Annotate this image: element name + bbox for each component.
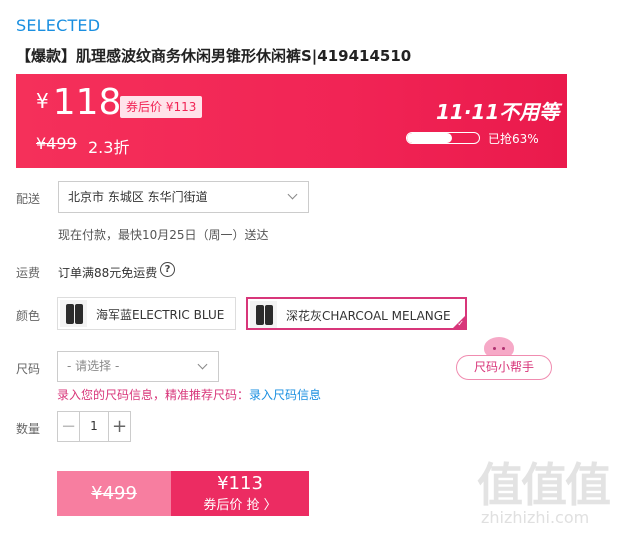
checkmark-icon: ✓ [457,319,464,328]
pants-thumbnail [60,300,87,327]
color-option-label: 海军蓝ELECTRIC BLUE [96,308,225,322]
coupon-buy-button[interactable]: ¥113 券后价 抢 〉 [171,471,309,516]
quantity-label: 数量 [16,422,41,436]
original-price-button[interactable]: ¥499 [57,471,171,516]
promo-title: 11·11不用等 [436,100,560,124]
quantity-stepper: − 1 + [57,411,131,442]
coupon-buy-label: 券后价 抢 〉 [203,498,277,513]
size-note-text: 录入您的尺码信息，精准推荐尺码： [57,388,250,402]
watermark-url: zhizhizhi.com [481,508,590,527]
current-price: ¥118 [36,82,121,123]
chevron-down-icon [197,359,208,370]
coupon-buy-price: ¥113 [217,473,263,494]
product-title: 【爆款】肌理感波纹商务休闲男锥形休闲裤S|419414510 [16,47,412,65]
size-helper-button[interactable]: 尺码小帮手 [456,355,552,380]
coupon-price-badge: 券后价 ¥113 [120,96,203,118]
size-label: 尺码 [16,362,41,376]
pants-thumbnail [250,301,277,328]
color-label: 颜色 [16,309,41,323]
delivery-note: 现在付款，最快10月25日（周一）送达 [58,228,269,242]
quantity-plus-button[interactable]: + [108,412,130,441]
size-select[interactable]: - 请选择 - [57,351,219,382]
original-price: ¥499 [36,134,77,153]
quantity-value[interactable]: 1 [80,412,108,441]
sold-progress-bar [406,132,480,144]
size-entry-link[interactable]: 录入尺码信息 [249,388,321,402]
discount-rate: 2.3折 [88,138,130,157]
shipping-label: 运费 [16,266,41,280]
sold-progress-text: 已抢63% [488,132,539,146]
help-icon[interactable]: ? [160,262,175,277]
delivery-label: 配送 [16,192,41,206]
address-select[interactable]: 北京市 东城区 东华门街道 [58,181,309,213]
chevron-down-icon [287,189,298,200]
color-option-charcoal-melange[interactable]: 深花灰CHARCOAL MELANGE ✓ [246,297,467,330]
color-option-label: 深花灰CHARCOAL MELANGE [286,309,451,323]
price-banner: ¥118 券后价 ¥113 ¥499 2.3折 11·11不用等 已抢63% [16,74,567,168]
shipping-text: 订单满88元免运费 [58,266,158,280]
address-value: 北京市 东城区 东华门街道 [68,190,208,204]
current-price-value: 118 [52,82,122,123]
size-note: 录入您的尺码信息，精准推荐尺码：录入尺码信息 [57,386,321,403]
watermark-logo: 值值值 [477,458,611,512]
quantity-minus-button[interactable]: − [58,412,80,441]
color-option-electric-blue[interactable]: 海军蓝ELECTRIC BLUE [57,297,236,330]
brand-name[interactable]: SELECTED [16,16,100,35]
currency-symbol: ¥ [36,89,49,113]
sold-progress-fill [407,133,453,143]
size-placeholder: - 请选择 - [67,359,120,373]
